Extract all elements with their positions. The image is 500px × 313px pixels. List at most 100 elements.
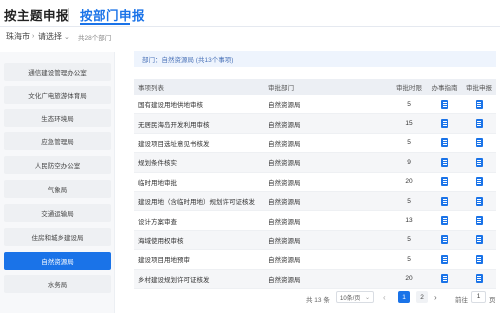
sidebar-item[interactable]: 住房和城乡建设局 [4, 228, 111, 246]
time-limit: 5 [407, 100, 411, 108]
guide-cell [427, 119, 462, 129]
table-row: 无居民海岛开发利用审核 自然资源局 15 [134, 114, 496, 134]
time-limit: 5 [407, 255, 411, 263]
department-breadcrumb: 部门：自然资源局 (共13个事项) [134, 51, 496, 67]
guide-cell [427, 235, 462, 245]
guide-cell [427, 196, 462, 206]
apply-cell [462, 216, 496, 226]
tab-divider [68, 8, 69, 22]
apply-document-icon[interactable] [475, 177, 483, 187]
apply-document-icon[interactable] [475, 196, 483, 206]
guide-document-icon[interactable] [441, 196, 448, 206]
guide-cell [427, 138, 462, 148]
header-divider [0, 26, 500, 27]
header-apply: 审批申报 [466, 85, 492, 92]
time-limit: 13 [405, 217, 413, 225]
approval-dept: 自然资源局 [268, 276, 301, 284]
apply-cell [462, 157, 496, 167]
goto-page-input[interactable]: 1 [471, 291, 486, 303]
apply-cell [462, 274, 496, 284]
prev-page-icon[interactable]: ‹ [383, 293, 386, 302]
apply-cell [462, 235, 496, 245]
approval-dept: 自然资源局 [268, 218, 301, 226]
sidebar-item[interactable]: 气象局 [4, 180, 111, 198]
apply-document-icon[interactable] [475, 138, 483, 148]
guide-cell [427, 157, 462, 167]
apply-document-icon[interactable] [475, 254, 483, 264]
table-row: 规划条件核实 自然资源局 9 [134, 153, 496, 173]
time-limit: 20 [405, 178, 413, 186]
sidebar-item[interactable]: 生态环境局 [4, 109, 111, 127]
apply-document-icon[interactable] [475, 99, 483, 109]
matter-name-link[interactable]: 国有建设用地供地审核 [134, 99, 266, 109]
table-body: 国有建设用地供地审核 自然资源局 5 无居民海岛开发利用审核 自然资源局 15 建设项目选址… [134, 95, 496, 289]
apply-document-icon[interactable] [475, 274, 483, 284]
sidebar-item[interactable]: 交通运输局 [4, 204, 111, 222]
guide-cell [427, 99, 462, 109]
apply-document-icon[interactable] [475, 216, 483, 226]
time-limit: 15 [405, 120, 413, 128]
goto-label: 前往 [455, 297, 468, 304]
guide-document-icon[interactable] [441, 254, 448, 264]
page-button-1[interactable]: 1 [398, 291, 410, 303]
sidebar-item[interactable]: 水务局 [4, 275, 111, 293]
page-size-select[interactable]: 10条/页 ⌄ [336, 291, 374, 303]
matter-name-link[interactable]: 建设项目选址意见书核发 [134, 138, 266, 148]
tab-by-department[interactable]: 按部门申报 [80, 5, 145, 24]
table-header: 事项列表 审批部门 审批时限 办事指南 审批申报 [134, 79, 496, 95]
table-row: 海域使用权审核 自然资源局 5 [134, 230, 496, 251]
guide-document-icon[interactable] [441, 274, 448, 284]
table-row: 乡村建设规划许可证核发 自然资源局 20 [134, 269, 496, 289]
sidebar-item[interactable]: 应急管理局 [4, 132, 111, 150]
table-row: 建设项目用地预审 自然资源局 5 [134, 250, 496, 270]
table-row: 建设用地（含临时用地）规划许可证核发 自然资源局 5 [134, 191, 496, 212]
apply-cell [462, 138, 496, 148]
guide-document-icon[interactable] [441, 157, 448, 167]
guide-document-icon[interactable] [441, 235, 448, 245]
sidebar-item[interactable]: 人民防空办公室 [4, 156, 111, 174]
sidebar-item[interactable]: 通信建设管理办公室 [4, 63, 111, 81]
matter-name-link[interactable]: 乡村建设规划许可证核发 [134, 274, 266, 284]
apply-document-icon[interactable] [475, 235, 483, 245]
header-matter-list: 事项列表 [138, 85, 164, 92]
table-row: 国有建设用地供地审核 自然资源局 5 [134, 95, 496, 115]
goto-unit: 页 [489, 297, 496, 304]
matter-name-link[interactable]: 建设项目用地预审 [134, 254, 266, 264]
next-page-icon[interactable]: › [434, 293, 437, 302]
city-selector[interactable]: 珠海市 › [6, 31, 34, 42]
table-row: 建设项目选址意见书核发 自然资源局 5 [134, 134, 496, 154]
matter-name-link[interactable]: 建设用地（含临时用地）规划许可证核发 [134, 196, 266, 206]
apply-cell [462, 254, 496, 264]
top-tab-bar: 按主题申报 按部门申报 [0, 0, 500, 28]
matter-name-link[interactable]: 规划条件核实 [134, 157, 266, 167]
chevron-down-icon: ⌄ [364, 294, 370, 301]
sidebar-item[interactable]: 文化广电旅游体育局 [4, 86, 111, 104]
header-guide: 办事指南 [431, 85, 458, 92]
approval-dept: 自然资源局 [268, 257, 301, 265]
sidebar-item-active[interactable]: 自然资源局 [4, 252, 111, 270]
tab-by-theme[interactable]: 按主题申报 [4, 5, 69, 24]
page-button-2[interactable]: 2 [416, 291, 428, 303]
guide-document-icon[interactable] [441, 138, 448, 148]
department-count: 共28个部门 [78, 35, 112, 42]
apply-document-icon[interactable] [475, 157, 483, 167]
guide-document-icon[interactable] [441, 177, 448, 187]
matter-name-link[interactable]: 设计方案审查 [134, 216, 266, 226]
district-select[interactable]: 请选择 ⌄ [38, 31, 70, 42]
chevron-down-icon: ⌄ [64, 33, 70, 41]
matter-name-link[interactable]: 无居民海岛开发利用审核 [134, 119, 266, 129]
approval-dept: 自然资源局 [268, 102, 301, 110]
approval-dept: 自然资源局 [268, 160, 301, 168]
guide-document-icon[interactable] [441, 119, 448, 129]
approval-dept: 自然资源局 [268, 121, 301, 129]
guide-document-icon[interactable] [441, 216, 448, 226]
approval-dept: 自然资源局 [268, 140, 301, 148]
guide-document-icon[interactable] [441, 99, 448, 109]
header-time-limit: 审批时限 [396, 85, 422, 92]
matters-table: 事项列表 审批部门 审批时限 办事指南 审批申报 国有建设用地供地审核 自然资源局… [134, 79, 496, 289]
apply-document-icon[interactable] [475, 119, 483, 129]
time-limit: 9 [407, 158, 411, 166]
approval-dept: 自然资源局 [268, 179, 301, 187]
matter-name-link[interactable]: 海域使用权审核 [134, 235, 266, 245]
matter-name-link[interactable]: 临时用地审批 [134, 177, 266, 187]
